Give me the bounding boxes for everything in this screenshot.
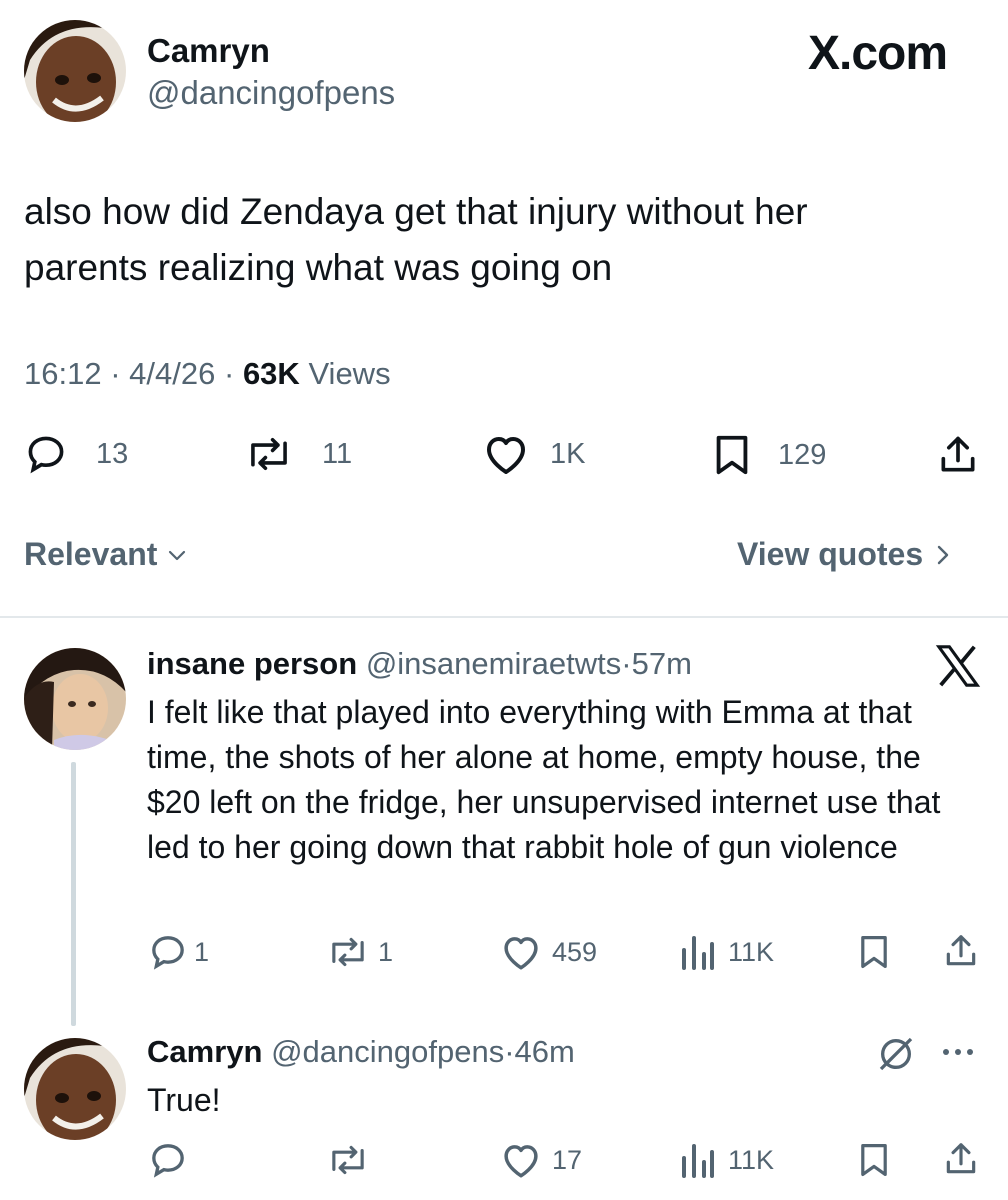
meta-separator: ·: [223, 356, 235, 391]
reply-header: Camryn @dancingofpens·46m: [147, 1034, 575, 1070]
reply-time[interactable]: 57m: [632, 646, 692, 681]
reply-text: I felt like that played into everything …: [147, 694, 941, 865]
reply-author-handle[interactable]: @insanemiraetwts: [366, 646, 621, 681]
reply-count: 1: [194, 936, 210, 967]
share-icon[interactable]: [936, 432, 980, 478]
meta-separator: ·: [504, 1034, 515, 1069]
like-button[interactable]: 459: [500, 932, 597, 972]
reply-icon: [24, 432, 68, 476]
reply-author-name[interactable]: insane person: [147, 646, 357, 681]
bookmark-icon: [712, 432, 752, 478]
chevron-right-icon: [933, 542, 953, 568]
meta-separator: ·: [621, 646, 632, 681]
reply-button[interactable]: 13: [24, 432, 128, 476]
like-button[interactable]: 17: [500, 1140, 582, 1180]
repost-button[interactable]: [326, 1140, 378, 1180]
reply-count: 13: [96, 437, 129, 470]
meta-separator: ·: [110, 356, 121, 391]
heart-icon: [482, 432, 530, 476]
share-icon[interactable]: [942, 930, 980, 972]
bookmark-icon[interactable]: [858, 932, 890, 972]
x-logo-icon: [935, 644, 981, 693]
reply-button[interactable]: [148, 1140, 194, 1180]
grok-icon[interactable]: [876, 1034, 916, 1074]
heart-icon: [500, 932, 542, 972]
views-label: Views: [308, 356, 391, 391]
sort-label: Relevant: [24, 536, 158, 572]
views-button[interactable]: 11K: [680, 1140, 774, 1180]
bookmark-count: 129: [778, 438, 827, 471]
repost-button[interactable]: 11: [244, 432, 352, 476]
repost-count: 1: [378, 936, 394, 967]
repost-icon: [326, 1140, 370, 1180]
more-options-icon[interactable]: [938, 1044, 978, 1060]
tweet-date[interactable]: 4/4/26: [129, 356, 215, 391]
reply-text: True!: [147, 1082, 221, 1118]
reply-icon: [148, 932, 188, 972]
tweet-time[interactable]: 16:12: [24, 356, 102, 391]
bookmark-button[interactable]: 129: [712, 432, 826, 478]
reply-button[interactable]: 1: [148, 932, 209, 972]
views-count: 63K: [242, 356, 300, 391]
reply-avatar[interactable]: [24, 648, 126, 750]
author-avatar[interactable]: [24, 20, 126, 122]
view-quotes-label: View quotes: [737, 536, 924, 572]
reply-avatar[interactable]: [24, 1038, 126, 1140]
tweet-text: also how did Zendaya get that injury wit…: [24, 191, 808, 288]
author-handle[interactable]: @dancingofpens: [147, 74, 395, 112]
share-icon[interactable]: [942, 1138, 980, 1180]
reply-icon: [148, 1140, 188, 1180]
repost-icon: [326, 932, 370, 972]
view-quotes-link[interactable]: View quotes: [737, 536, 953, 573]
sort-dropdown[interactable]: Relevant: [24, 536, 189, 573]
reply-time[interactable]: 46m: [515, 1034, 575, 1069]
views-count: 11K: [728, 936, 775, 967]
bookmark-icon[interactable]: [858, 1140, 890, 1180]
like-count: 17: [552, 1144, 583, 1175]
tweet-meta: 16:12 · 4/4/26 · 63K Views: [24, 356, 391, 392]
views-button[interactable]: 11K: [680, 932, 774, 972]
divider: [0, 616, 1008, 618]
repost-count: 11: [322, 437, 353, 470]
reply-author-handle[interactable]: @dancingofpens: [271, 1034, 504, 1069]
heart-icon: [500, 1140, 542, 1180]
author-name[interactable]: Camryn: [147, 32, 270, 70]
reply-header: insane person @insanemiraetwts·57m: [147, 646, 692, 682]
reply-author-name[interactable]: Camryn: [147, 1034, 262, 1069]
chevron-down-icon: [165, 543, 189, 567]
repost-icon: [244, 432, 294, 476]
x-logo: X.com: [808, 27, 948, 80]
views-count: 11K: [728, 1144, 775, 1175]
thread-line: [71, 762, 76, 1026]
analytics-icon: [680, 932, 716, 972]
repost-button[interactable]: 1: [326, 932, 393, 972]
like-count: 459: [552, 936, 598, 967]
analytics-icon: [680, 1140, 716, 1180]
like-button[interactable]: 1K: [482, 432, 585, 476]
like-count: 1K: [550, 437, 586, 470]
